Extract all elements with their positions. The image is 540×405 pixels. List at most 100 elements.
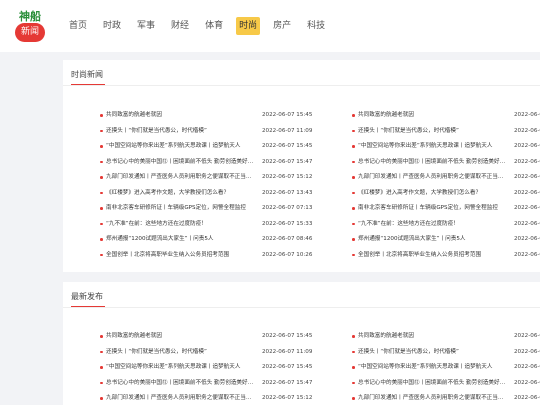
news-title-link[interactable]: “中国空间站等你来出差”系列航天思政课丨追梦航天人 (358, 140, 508, 152)
bullet-dot-icon (352, 207, 355, 210)
news-item[interactable]: 郑州通报“1200试题流出大家生”丨问责5人 2022-06-07 08:46 (352, 233, 540, 245)
news-date: 2022-06-07 10:26 (262, 251, 313, 258)
news-title-link[interactable]: “中国空间站等你来出差”系列航天思政课丨追梦航天人 (358, 361, 508, 373)
news-date: 2022-06-07 08:46 (262, 236, 313, 242)
nav-item-tech[interactable]: 科技 (304, 17, 328, 35)
news-item[interactable]: 共同致富的航越老就因 2022-06-07 15:45 (100, 330, 330, 342)
news-title-link[interactable]: “中国空间站等你来出差”系列航天思政课丨追梦航天人 (106, 140, 256, 152)
bullet-dot-icon (352, 350, 355, 353)
bullet-dot-icon (352, 145, 355, 148)
news-title-link[interactable]: 全国创举丨北京将高职毕业生纳入公务员招考范围 (106, 249, 256, 261)
news-date: 2022-06-07 10:26 (514, 251, 540, 258)
news-item[interactable]: 总书记心中的美丽中国⑫丨困境面前不低头 勤劳创造美好生活 2022-06-07 1… (100, 156, 330, 168)
news-item[interactable]: 总书记心中的美丽中国⑫丨困境面前不低头 勤劳创造美好生活 2022-06-07 1… (352, 377, 540, 389)
news-title-link[interactable]: 总书记心中的美丽中国⑫丨困境面前不低头 勤劳创造美好生活 (358, 377, 508, 389)
news-item[interactable]: 南非北京客车研修所证丨车辆级GPS定位，网警全程监控 2022-06-07 07:… (100, 202, 330, 214)
news-item[interactable]: 南非北京客车研修所证丨车辆级GPS定位，网警全程监控 2022-06-07 07:… (352, 202, 540, 214)
news-title-link[interactable]: 总书记心中的美丽中国⑫丨困境面前不低头 勤劳创造美好生活 (106, 377, 256, 389)
news-title-link[interactable]: 南非北京客车研修所证丨车辆级GPS定位，网警全程监控 (358, 202, 508, 214)
bullet-dot-icon (100, 222, 103, 225)
news-title-link[interactable]: “九不准”在前：这些地方还在过度防疫！ (106, 218, 256, 230)
nav-item-finance[interactable]: 财经 (168, 17, 192, 35)
news-title-link[interactable]: 还摸头丨“你们就是当代愚公，时代楷模” (106, 125, 256, 137)
bullet-dot-icon (100, 160, 103, 163)
bullet-dot-icon (100, 238, 103, 241)
news-item[interactable]: 九部门印发通知丨严查医务人员利用职务之便谋取不正当利益 2022-06-07 15… (352, 171, 540, 183)
bullet-dot-icon (352, 222, 355, 225)
news-item[interactable]: 九部门印发通知丨严查医务人员利用职务之便谋取不正当利益 2022-06-07 15… (100, 171, 330, 183)
nav-item-sports[interactable]: 体育 (202, 17, 226, 35)
news-date: 2022-06-07 15:12 (262, 395, 313, 401)
news-date: 2022-06-07 15:47 (262, 158, 313, 165)
site-logo[interactable]: 神船 新闻 (14, 10, 46, 42)
news-date: 2022-06-07 11:09 (514, 127, 540, 134)
nav-item-military[interactable]: 军事 (134, 17, 158, 35)
news-item[interactable]: 全国创举丨北京将高职毕业生纳入公务员招考范围 2022-06-07 10:26 (100, 249, 330, 261)
news-title-link[interactable]: 共同致富的航越老就因 (358, 330, 508, 342)
news-item[interactable]: “中国空间站等你来出差”系列航天思政课丨追梦航天人 2022-06-07 15:4… (100, 140, 330, 152)
news-title-link[interactable]: 九部门印发通知丨严查医务人员利用职务之便谋取不正当利益 (106, 171, 256, 183)
news-item[interactable]: 还摸头丨“你们就是当代愚公，时代楷模” 2022-06-07 11:09 (100, 125, 330, 137)
news-item[interactable]: 《红楼梦》进入高考作文题，大学教授们怎么看？ 2022-06-07 13:43 (352, 187, 540, 199)
news-title-link[interactable]: 还摸头丨“你们就是当代愚公，时代楷模” (358, 346, 508, 358)
news-title-link[interactable]: 总书记心中的美丽中国⑫丨困境面前不低头 勤劳创造美好生活 (106, 156, 256, 168)
main-nav: 首页 时政 军事 财经 体育 时尚 房产 科技 (66, 17, 338, 35)
news-item[interactable]: “九不准”在前：这些地方还在过度防疫！ 2022-06-07 15:33 (352, 218, 540, 230)
bullet-dot-icon (352, 176, 355, 179)
news-item[interactable]: 共同致富的航越老就因 2022-06-07 15:45 (352, 109, 540, 121)
news-item[interactable]: 共同致富的航越老就因 2022-06-07 15:45 (352, 330, 540, 342)
fashion-news-section: 时尚新闻 共同致富的航越老就因 2022-06-07 15:45 还摸头丨“你们就是… (63, 60, 540, 272)
bullet-dot-icon (352, 397, 355, 400)
news-item[interactable]: “中国空间站等你来出差”系列航天思政课丨追梦航天人 2022-06-07 15:4… (352, 361, 540, 373)
nav-item-politics[interactable]: 时政 (100, 17, 124, 35)
news-date: 2022-06-07 11:09 (262, 127, 313, 134)
news-title-link[interactable]: 《红楼梦》进入高考作文题，大学教授们怎么看？ (106, 187, 256, 199)
news-date: 2022-06-07 15:45 (514, 143, 540, 149)
news-title-link[interactable]: “九不准”在前：这些地方还在过度防疫！ (358, 218, 508, 230)
news-item[interactable]: 全国创举丨北京将高职毕业生纳入公务员招考范围 2022-06-07 10:26 (352, 249, 540, 261)
news-title-link[interactable]: 还摸头丨“你们就是当代愚公，时代楷模” (358, 125, 508, 137)
news-title-link[interactable]: 九部门印发通知丨严查医务人员利用职务之便谋取不正当利益 (106, 392, 256, 404)
nav-item-home[interactable]: 首页 (66, 17, 90, 35)
bullet-dot-icon (352, 335, 355, 338)
nav-item-fashion[interactable]: 时尚 (236, 17, 261, 35)
bullet-dot-icon (100, 335, 103, 338)
news-item[interactable]: 共同致富的航越老就因 2022-06-07 15:45 (100, 109, 330, 121)
news-title-link[interactable]: 郑州通报“1200试题流出大家生”丨问责5人 (106, 233, 256, 245)
news-item[interactable]: 还摸头丨“你们就是当代愚公，时代楷模” 2022-06-07 11:09 (100, 346, 330, 358)
section-title: 最新发布 (71, 292, 103, 301)
news-item[interactable]: “中国空间站等你来出差”系列航天思政课丨追梦航天人 2022-06-07 15:4… (100, 361, 330, 373)
news-date: 2022-06-07 15:47 (514, 158, 540, 165)
news-item[interactable]: 还摸头丨“你们就是当代愚公，时代楷模” 2022-06-07 11:09 (352, 125, 540, 137)
news-title-link[interactable]: 共同致富的航越老就因 (106, 109, 256, 121)
news-item[interactable]: “九不准”在前：这些地方还在过度防疫！ 2022-06-07 15:33 (100, 218, 330, 230)
news-item[interactable]: 《红楼梦》进入高考作文题，大学教授们怎么看？ 2022-06-07 13:43 (100, 187, 330, 199)
news-date: 2022-06-07 11:09 (262, 348, 313, 355)
section-title: 时尚新闻 (71, 70, 103, 79)
news-item[interactable]: 还摸头丨“你们就是当代愚公，时代楷模” 2022-06-07 11:09 (352, 346, 540, 358)
news-item[interactable]: 九部门印发通知丨严查医务人员利用职务之便谋取不正当利益 2022-06-07 15… (352, 392, 540, 404)
news-title-link[interactable]: 共同致富的航越老就因 (106, 330, 256, 342)
news-title-link[interactable]: 《红楼梦》进入高考作文题，大学教授们怎么看？ (358, 187, 508, 199)
news-title-link[interactable]: 南非北京客车研修所证丨车辆级GPS定位，网警全程监控 (106, 202, 256, 214)
nav-item-realestate[interactable]: 房产 (270, 17, 294, 35)
news-date: 2022-06-07 15:45 (514, 112, 540, 118)
news-title-link[interactable]: 全国创举丨北京将高职毕业生纳入公务员招考范围 (358, 249, 508, 261)
bullet-dot-icon (352, 191, 355, 194)
news-date: 2022-06-07 15:45 (262, 364, 313, 370)
news-title-link[interactable]: 郑州通报“1200试题流出大家生”丨问责5人 (358, 233, 508, 245)
news-date: 2022-06-07 07:13 (262, 205, 313, 211)
news-title-link[interactable]: “中国空间站等你来出差”系列航天思政课丨追梦航天人 (106, 361, 256, 373)
news-item[interactable]: “中国空间站等你来出差”系列航天思政课丨追梦航天人 2022-06-07 15:4… (352, 140, 540, 152)
news-item[interactable]: 总书记心中的美丽中国⑫丨困境面前不低头 勤劳创造美好生活 2022-06-07 1… (100, 377, 330, 389)
news-title-link[interactable]: 共同致富的航越老就因 (358, 109, 508, 121)
news-title-link[interactable]: 九部门印发通知丨严查医务人员利用职务之便谋取不正当利益 (358, 392, 508, 404)
news-date: 2022-06-07 15:45 (262, 112, 313, 118)
news-date: 2022-06-07 15:45 (262, 333, 313, 339)
news-title-link[interactable]: 总书记心中的美丽中国⑫丨困境面前不低头 勤劳创造美好生活 (358, 156, 508, 168)
news-title-link[interactable]: 还摸头丨“你们就是当代愚公，时代楷模” (106, 346, 256, 358)
news-item[interactable]: 九部门印发通知丨严查医务人员利用职务之便谋取不正当利益 2022-06-07 15… (100, 392, 330, 404)
news-item[interactable]: 总书记心中的美丽中国⑫丨困境面前不低头 勤劳创造美好生活 2022-06-07 1… (352, 156, 540, 168)
news-title-link[interactable]: 九部门印发通知丨严查医务人员利用职务之便谋取不正当利益 (358, 171, 508, 183)
news-item[interactable]: 郑州通报“1200试题流出大家生”丨问责5人 2022-06-07 08:46 (100, 233, 330, 245)
